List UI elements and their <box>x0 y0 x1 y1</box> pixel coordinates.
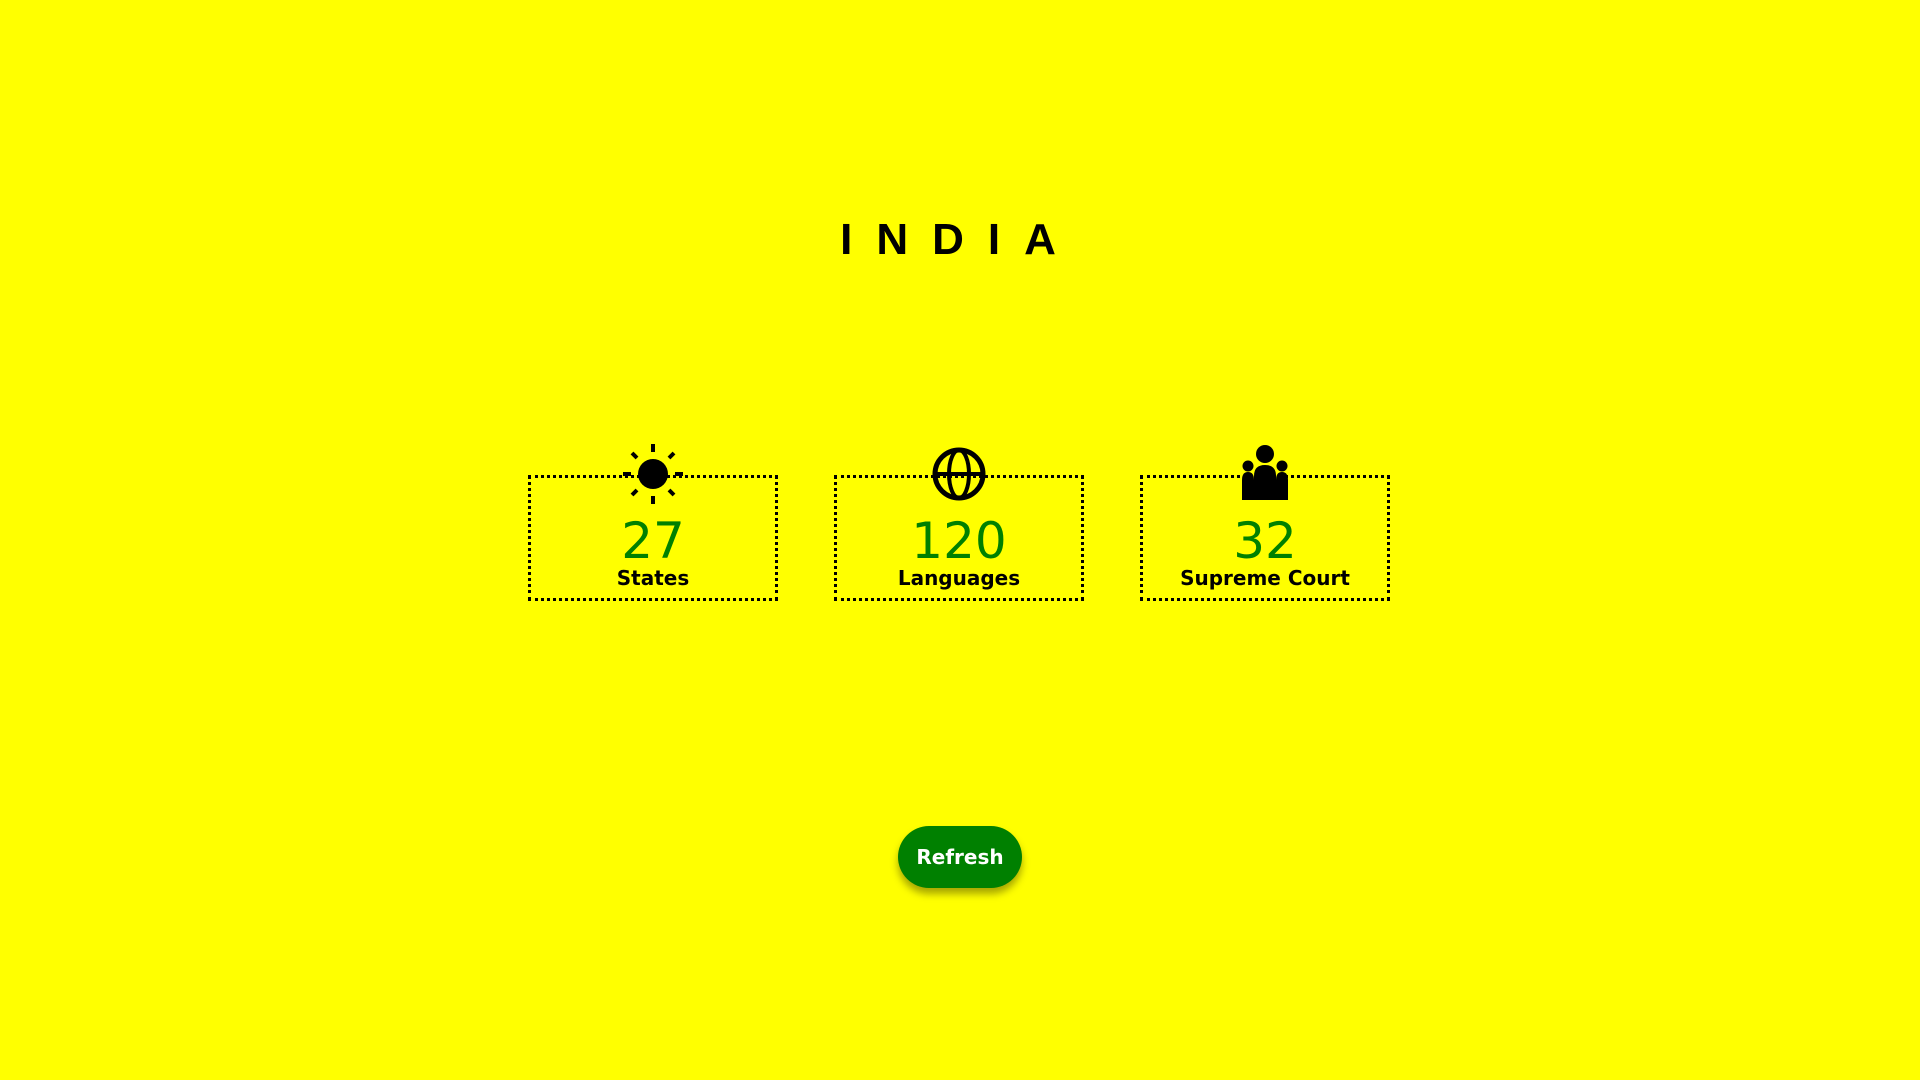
stat-value-supreme-court: 32 <box>1233 512 1297 570</box>
stat-label-languages: Languages <box>897 566 1021 590</box>
stat-value-states: 27 <box>621 512 685 570</box>
stat-card-states: 27 States <box>528 444 778 601</box>
stat-label-supreme-court: Supreme Court <box>1180 566 1350 590</box>
stat-value-languages: 120 <box>911 512 1007 570</box>
refresh-button[interactable]: Refresh <box>898 826 1022 888</box>
page-title: INDIA <box>840 215 1080 264</box>
globe-icon <box>929 444 989 504</box>
sun-icon <box>623 444 683 504</box>
stat-card-languages: 120 Languages <box>834 447 1084 601</box>
stat-label-states: States <box>616 566 690 590</box>
people-group-icon <box>1235 444 1295 504</box>
stat-card-supreme-court: 32 Supreme Court <box>1140 445 1390 601</box>
